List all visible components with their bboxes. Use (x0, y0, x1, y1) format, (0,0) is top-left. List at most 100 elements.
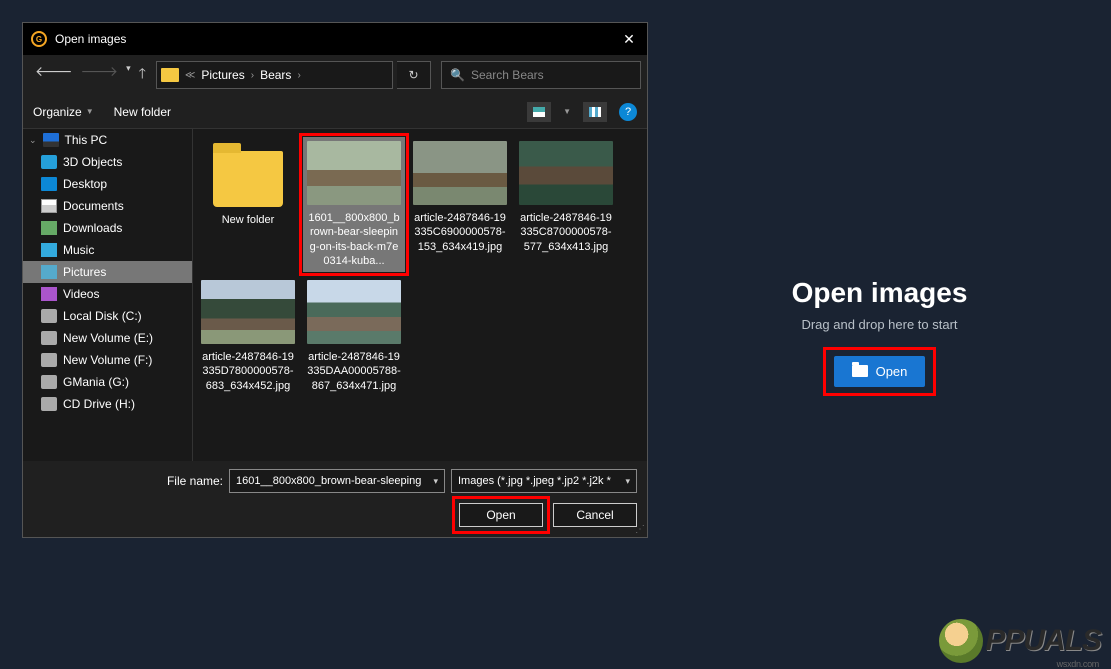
videos-icon (41, 287, 57, 301)
music-icon (41, 243, 57, 257)
forward-icon: 🡒 (81, 63, 119, 87)
file-label: article-2487846-19335C8700000578-577_634… (519, 211, 613, 254)
chevron-right-icon: › (251, 70, 254, 81)
recent-dropdown-icon[interactable]: ▾ (126, 63, 131, 87)
pc-icon (43, 133, 59, 147)
sidebar-item-3d-objects[interactable]: 3D Objects (23, 151, 192, 173)
watermark-url: wsxdn.com (1057, 659, 1099, 669)
folder-icon (161, 68, 179, 82)
sidebar-item-gmania-g[interactable]: GMania (G:) (23, 371, 192, 393)
search-placeholder: Search Bears (471, 68, 544, 82)
file-label: 1601__800x800_brown-bear-sleeping-on-its… (307, 211, 401, 268)
dialog-footer: File name: 1601__800x800_brown-bear-slee… (23, 461, 647, 537)
image-thumbnail (519, 141, 613, 205)
sidebar-item-label: Documents (63, 199, 124, 213)
file-item[interactable]: article-2487846-19335DAA00005788-867_634… (303, 276, 405, 397)
file-label: article-2487846-19335C6900000578-153_634… (413, 211, 507, 254)
drive-icon (41, 309, 57, 323)
cancel-button[interactable]: Cancel (553, 503, 637, 527)
sidebar-item-documents[interactable]: Documents (23, 195, 192, 217)
filename-input[interactable]: 1601__800x800_brown-bear-sleeping ▾ (229, 469, 445, 493)
document-icon (41, 199, 57, 213)
sidebar-item-label: Desktop (63, 177, 107, 191)
up-icon[interactable]: 🡑 (139, 63, 146, 87)
navigation-bar: 🡐 🡒 ▾ 🡑 ≪ Pictures › Bears › ↻ 🔍 Search … (23, 55, 647, 95)
sidebar-item-label: Videos (63, 287, 99, 301)
sidebar-item-label: This PC (65, 133, 108, 147)
open-button[interactable]: Open (834, 356, 926, 387)
sidebar-item-label: New Volume (E:) (63, 331, 153, 345)
desktop-icon (41, 177, 57, 191)
file-item[interactable]: article-2487846-19335C8700000578-577_634… (515, 137, 617, 272)
preview-pane-button[interactable] (583, 102, 607, 122)
drive-icon (41, 353, 57, 367)
image-thumbnail (307, 141, 401, 205)
watermark-text: PPUALS (985, 624, 1101, 658)
file-open-dialog: G Open images ✕ 🡐 🡒 ▾ 🡑 ≪ Pictures › Bea… (22, 22, 648, 538)
sidebar-item-new-volume-f[interactable]: New Volume (F:) (23, 349, 192, 371)
image-thumbnail (307, 280, 401, 344)
sidebar-item-label: 3D Objects (63, 155, 122, 169)
address-bar[interactable]: ≪ Pictures › Bears › (156, 61, 393, 89)
sidebar-item-local-disk-c[interactable]: Local Disk (C:) (23, 305, 192, 327)
filename-label: File name: (167, 474, 223, 488)
panel-title: Open images (792, 277, 968, 309)
drop-zone-panel[interactable]: Open images Drag and drop here to start … (648, 0, 1111, 669)
sidebar-item-downloads[interactable]: Downloads (23, 217, 192, 239)
chevron-down-icon: ▾ (433, 476, 438, 487)
file-grid[interactable]: New folder 1601__800x800_brown-bear-slee… (193, 129, 647, 461)
sidebar-item-label: Music (63, 243, 94, 257)
sidebar-item-videos[interactable]: Videos (23, 283, 192, 305)
file-item[interactable]: article-2487846-19335C6900000578-153_634… (409, 137, 511, 272)
sidebar-item-label: Local Disk (C:) (63, 309, 142, 323)
sidebar-item-pictures[interactable]: Pictures (23, 261, 192, 283)
sidebar: ⌄ This PC 3D Objects Desktop Documents D… (23, 129, 193, 461)
help-icon[interactable]: ? (619, 103, 637, 121)
drive-icon (41, 375, 57, 389)
view-mode-button[interactable] (527, 102, 551, 122)
close-icon[interactable]: ✕ (619, 31, 639, 48)
search-input[interactable]: 🔍 Search Bears (441, 61, 641, 89)
refresh-button[interactable]: ↻ (397, 61, 431, 89)
file-item-selected[interactable]: 1601__800x800_brown-bear-sleeping-on-its… (303, 137, 405, 272)
resize-grip-icon[interactable]: ⋰ (635, 524, 645, 535)
panel-subtitle: Drag and drop here to start (801, 317, 957, 332)
folder-icon (852, 365, 868, 377)
cube-icon (41, 155, 57, 169)
chevron-down-icon: ▾ (625, 476, 630, 487)
sidebar-this-pc[interactable]: ⌄ This PC (23, 129, 192, 151)
avatar-icon (939, 619, 983, 663)
nav-arrows: 🡐 🡒 ▾ 🡑 (29, 63, 152, 87)
breadcrumb-bears[interactable]: Bears (260, 68, 291, 82)
app-icon: G (31, 31, 47, 47)
sidebar-item-label: Downloads (63, 221, 122, 235)
sidebar-item-new-volume-e[interactable]: New Volume (E:) (23, 327, 192, 349)
back-icon[interactable]: 🡐 (35, 63, 73, 87)
sidebar-item-cd-drive-h[interactable]: CD Drive (H:) (23, 393, 192, 415)
pictures-icon (41, 265, 57, 279)
open-button[interactable]: Open (459, 503, 543, 527)
file-item-folder[interactable]: New folder (197, 137, 299, 272)
chevron-down-icon[interactable]: ▼ (563, 107, 571, 116)
new-folder-button[interactable]: New folder (114, 105, 171, 119)
sidebar-item-label: Pictures (63, 265, 106, 279)
sidebar-item-desktop[interactable]: Desktop (23, 173, 192, 195)
breadcrumb-pictures[interactable]: Pictures (201, 68, 244, 82)
sidebar-item-label: New Volume (F:) (63, 353, 152, 367)
chevron-down-icon: ⌄ (29, 135, 37, 146)
drive-icon (41, 331, 57, 345)
search-icon: 🔍 (450, 68, 465, 82)
image-thumbnail (413, 141, 507, 205)
filetype-select[interactable]: Images (*.jpg *.jpeg *.jp2 *.j2k * ▾ (451, 469, 637, 493)
cd-icon (41, 397, 57, 411)
image-thumbnail (201, 280, 295, 344)
file-label: article-2487846-19335D7800000578-683_634… (201, 350, 295, 393)
toolbar: Organize▼ New folder ▼ ? (23, 95, 647, 129)
chevron-down-icon: ▼ (86, 107, 94, 116)
file-item[interactable]: article-2487846-19335D7800000578-683_634… (197, 276, 299, 397)
file-label: article-2487846-19335DAA00005788-867_634… (307, 350, 401, 393)
organize-button[interactable]: Organize▼ (33, 105, 94, 119)
sidebar-item-music[interactable]: Music (23, 239, 192, 261)
highlight-annotation: Open (826, 350, 934, 393)
titlebar: G Open images ✕ (23, 23, 647, 55)
